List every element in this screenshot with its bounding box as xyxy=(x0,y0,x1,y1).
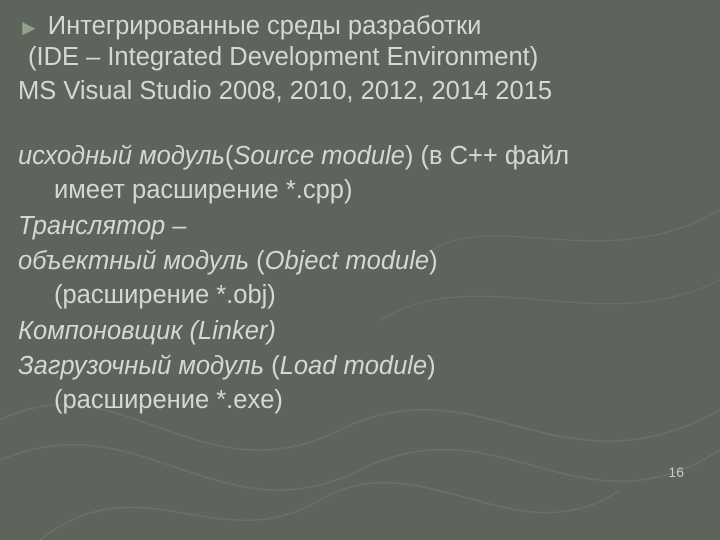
para3-plain1: ( xyxy=(249,247,265,275)
para3-italic2: Object module xyxy=(265,247,429,275)
para5-plain2: ) xyxy=(427,352,436,380)
para1-line2: имеет расширение *.cpp) xyxy=(18,174,696,208)
text-line-3: MS Visual Studio 2008, 2010, 2012, 2014 … xyxy=(18,75,696,109)
spacer xyxy=(18,108,696,140)
para1-italic2: Source module xyxy=(233,142,405,170)
para3-line1: объектный модуль (Object module) xyxy=(18,245,696,279)
para5-plain1: ( xyxy=(264,352,280,380)
bullet-line-1: ► Интегрированные среды разработки xyxy=(18,12,696,41)
page-number: 16 xyxy=(668,464,684,480)
para5-italic1: Загрузочный модуль xyxy=(18,352,264,380)
para2-italic: Транслятор xyxy=(18,212,165,240)
slide-content: ► Интегрированные среды разработки (IDE … xyxy=(0,0,720,418)
para2-plain: – xyxy=(165,212,186,240)
para1-plain2: ) (в С++ файл xyxy=(405,142,569,170)
para3-line2: (расширение *.obj) xyxy=(18,279,696,313)
para3-plain2: ) xyxy=(429,247,438,275)
text-line-2: (IDE – Integrated Development Environmen… xyxy=(18,41,696,75)
para5-line1: Загрузочный модуль (Load module) xyxy=(18,350,696,384)
para1-line1: исходный модуль(Source module) (в С++ фа… xyxy=(18,140,696,174)
slide: ► Интегрированные среды разработки (IDE … xyxy=(0,0,720,540)
para2: Транслятор – xyxy=(18,210,696,244)
para5-italic2: Load module xyxy=(280,352,427,380)
text-line-1: Интегрированные среды разработки xyxy=(48,12,482,41)
para3-italic1: объектный модуль xyxy=(18,247,249,275)
para1-italic1: исходный модуль xyxy=(18,142,225,170)
para4: Компоновщик (Linker) xyxy=(18,315,696,349)
para5-line2: (расширение *.exe) xyxy=(18,384,696,418)
bullet-icon: ► xyxy=(18,17,40,39)
